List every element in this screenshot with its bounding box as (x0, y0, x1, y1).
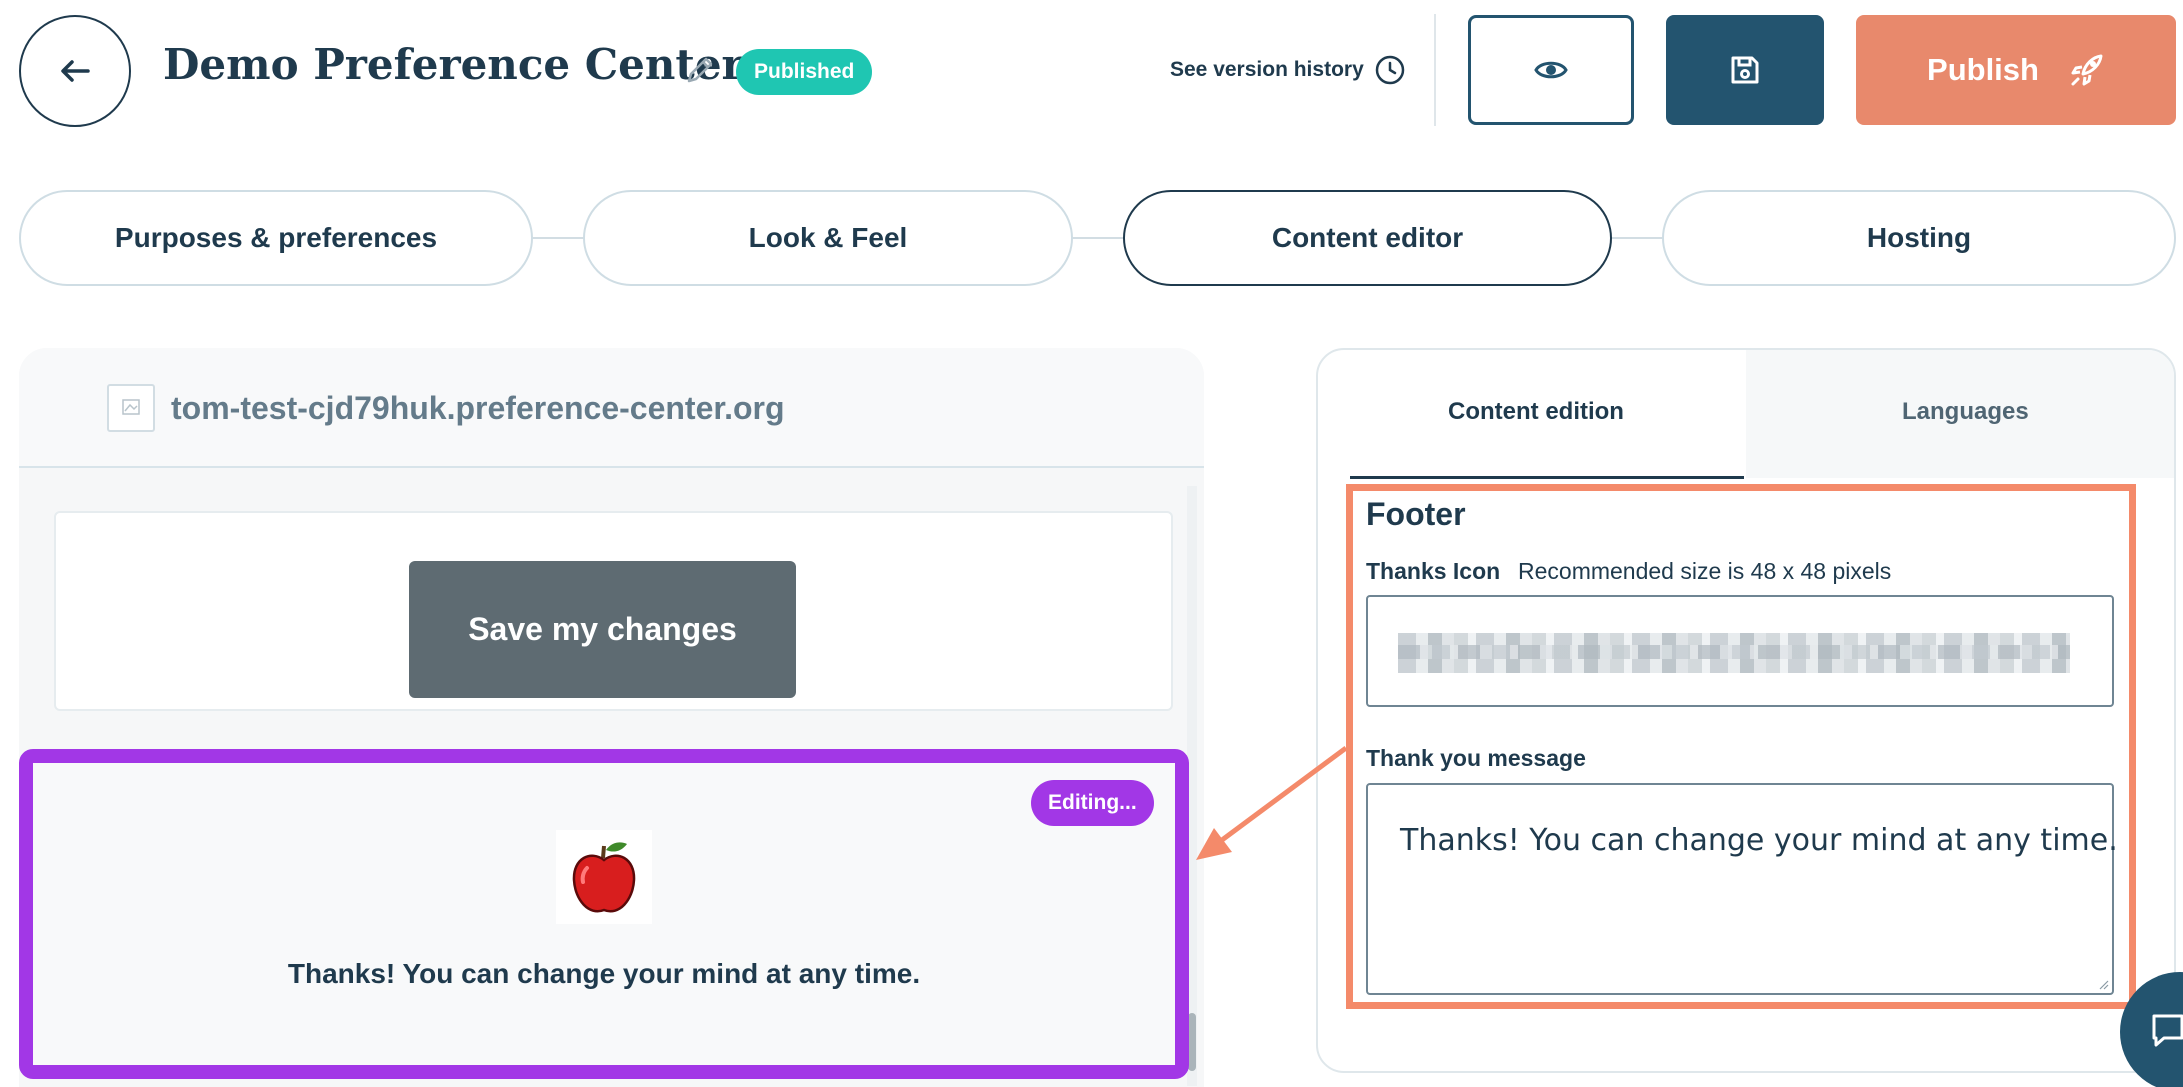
save-button[interactable] (1666, 15, 1824, 125)
apple-icon (572, 842, 636, 913)
active-tab-indicator (1350, 476, 1744, 479)
preview-scrollbar-thumb[interactable] (1188, 1013, 1196, 1071)
page-title: Demo Preference Center (163, 40, 744, 89)
thanks-icon-hint: Recommended size is 48 x 48 pixels (1518, 558, 1892, 584)
chat-icon (2152, 1014, 2183, 1047)
step-connector (532, 237, 584, 239)
save-changes-card: Save my changes (54, 511, 1173, 711)
thank-you-message-textarea[interactable]: Thanks! You can change your mind at any … (1366, 783, 2118, 995)
thanks-icon-url-input[interactable] (1366, 595, 2114, 707)
tab-languages[interactable]: Languages (1902, 398, 2029, 426)
favicon-icon (107, 384, 155, 432)
thanks-icon-label: Thanks Icon (1366, 558, 1501, 584)
step-connector (1611, 237, 1663, 239)
blurred-icon-url (1398, 633, 2070, 673)
version-history-label: See version history (1170, 58, 1364, 81)
step-content-editor[interactable]: Content editor (1123, 190, 1612, 286)
tab-content-edition[interactable]: Content edition (1448, 398, 1624, 426)
step-connector (1072, 237, 1124, 239)
back-button[interactable] (19, 15, 131, 127)
status-badge: Published (736, 49, 873, 95)
pencil-icon[interactable] (682, 52, 718, 88)
publish-button[interactable]: Publish (1856, 15, 2176, 125)
thanks-icon-preview (556, 830, 652, 924)
section-title: Footer (1366, 496, 1466, 532)
preview-button[interactable] (1468, 15, 1634, 125)
editing-badge: Editing... (1031, 780, 1154, 826)
header-divider (1434, 14, 1436, 126)
save-my-changes-button[interactable]: Save my changes (409, 561, 796, 698)
rocket-icon (2071, 54, 2103, 86)
preview-url: tom-test-cjd79huk.preference-center.org (171, 390, 785, 426)
step-look-and-feel[interactable]: Look & Feel (583, 190, 1073, 286)
url-bar: tom-test-cjd79huk.preference-center.org (19, 348, 1204, 468)
clock-icon (1375, 55, 1404, 85)
floppy-disk-icon (1731, 56, 1759, 84)
resize-grip-icon[interactable] (2097, 978, 2109, 990)
eye-icon (1534, 61, 1568, 79)
thank-you-message-value: Thanks! You can change your mind at any … (1400, 823, 2118, 858)
thank-you-message-label: Thank you message (1366, 745, 1586, 771)
thank-you-text: Thanks! You can change your mind at any … (287, 958, 921, 989)
publish-label: Publish (1927, 52, 2039, 87)
step-purposes[interactable]: Purposes & preferences (19, 190, 533, 286)
version-history-link[interactable]: See version history (1170, 54, 1406, 86)
back-arrow-icon (61, 60, 90, 82)
step-hosting[interactable]: Hosting (1662, 190, 2176, 286)
